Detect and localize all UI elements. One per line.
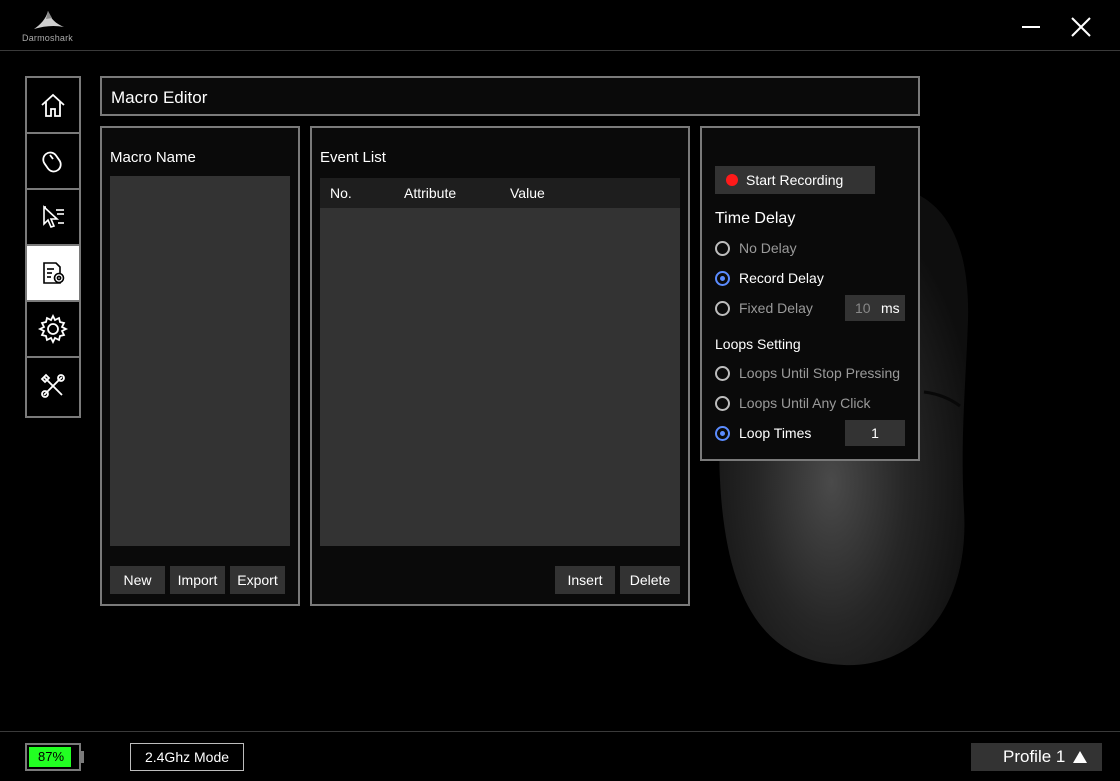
fixed-delay-label: Fixed Delay [739,300,813,316]
record-dot-icon [726,174,738,186]
new-button[interactable]: New [110,566,165,594]
minimize-icon [1022,26,1040,28]
page-title: Macro Editor [111,88,208,107]
loop-times-input[interactable]: 1 [845,420,905,446]
column-value: Value [510,185,545,201]
insert-button[interactable]: Insert [555,566,615,594]
macro-icon [43,262,65,284]
brand-logo: Darmoshark [22,9,80,45]
radio-selected-icon [715,270,730,286]
column-no: No. [330,185,352,201]
recording-panel: Start Recording Time Delay No Delay Reco… [700,126,920,461]
fixed-delay-radio[interactable]: Fixed Delay [715,298,813,318]
sidebar-nav [25,76,81,418]
event-list[interactable] [320,208,680,546]
macro-editor-header: Macro Editor [100,76,920,116]
shark-logo-icon [34,11,64,29]
macro-name-title: Macro Name [110,149,196,166]
event-list-title: Event List [320,149,386,166]
macro-name-panel: Macro Name New Import Export [100,126,300,606]
cursor-icon [43,205,64,228]
close-icon [1071,17,1091,37]
loops-until-click-radio[interactable]: Loops Until Any Click [715,393,871,413]
column-attribute: Attribute [404,185,457,201]
radio-selected-icon [715,425,730,441]
no-delay-radio[interactable]: No Delay [715,238,797,258]
profile-label: Profile 1 [1003,747,1066,766]
record-delay-radio[interactable]: Record Delay [715,268,824,288]
fixed-delay-value: 10 [855,300,871,316]
close-button[interactable] [1066,12,1096,42]
status-bar: 87% 2.4Ghz Mode Profile 1 [0,731,1120,781]
loops-until-stop-label: Loops Until Stop Pressing [739,365,901,381]
export-button[interactable]: Export [230,566,285,594]
loop-times-value: 1 [871,425,879,441]
title-bar: Darmoshark [0,0,1120,51]
macro-list[interactable] [110,176,290,546]
record-delay-label: Record Delay [739,270,824,286]
loop-times-label: Loop Times [739,425,812,441]
start-recording-label: Start Recording [746,172,844,188]
connection-mode: 2.4Ghz Mode [130,743,244,771]
sidebar-item-settings[interactable] [27,302,79,358]
loop-times-radio[interactable]: Loop Times [715,423,811,443]
sidebar-item-cursor[interactable] [27,190,79,246]
tools-icon [40,373,65,398]
delete-button[interactable]: Delete [620,566,680,594]
loops-setting-title: Loops Setting [715,336,801,352]
radio-icon [715,365,730,381]
triangle-up-icon [1073,751,1087,763]
event-table-header: No. Attribute Value [320,178,680,208]
start-recording-button[interactable]: Start Recording [715,166,875,194]
gear-icon [37,313,69,345]
home-icon [41,93,65,117]
radio-icon [715,240,730,256]
import-button[interactable]: Import [170,566,225,594]
battery-nub [80,751,84,763]
minimize-button[interactable] [1016,12,1046,42]
time-delay-title: Time Delay [715,210,796,227]
radio-icon [715,300,730,316]
sidebar-item-tools[interactable] [27,358,79,414]
radio-icon [715,395,730,411]
battery-indicator: 87% [25,743,81,771]
fixed-delay-input[interactable]: 10 ms [845,295,905,321]
profile-selector[interactable]: Profile 1 [971,743,1102,771]
loops-until-stop-radio[interactable]: Loops Until Stop Pressing [715,363,900,383]
battery-text: 87% [37,749,65,764]
no-delay-label: No Delay [739,240,797,256]
sidebar-item-macro[interactable] [27,246,79,302]
brand-name: Darmoshark [22,33,74,43]
sidebar-item-home[interactable] [27,78,79,134]
mouse-icon [42,151,62,173]
loops-until-click-label: Loops Until Any Click [739,395,871,411]
event-list-panel: Event List No. Attribute Value Insert De… [310,126,690,606]
fixed-delay-unit: ms [881,300,900,316]
sidebar-item-mouse[interactable] [27,134,79,190]
